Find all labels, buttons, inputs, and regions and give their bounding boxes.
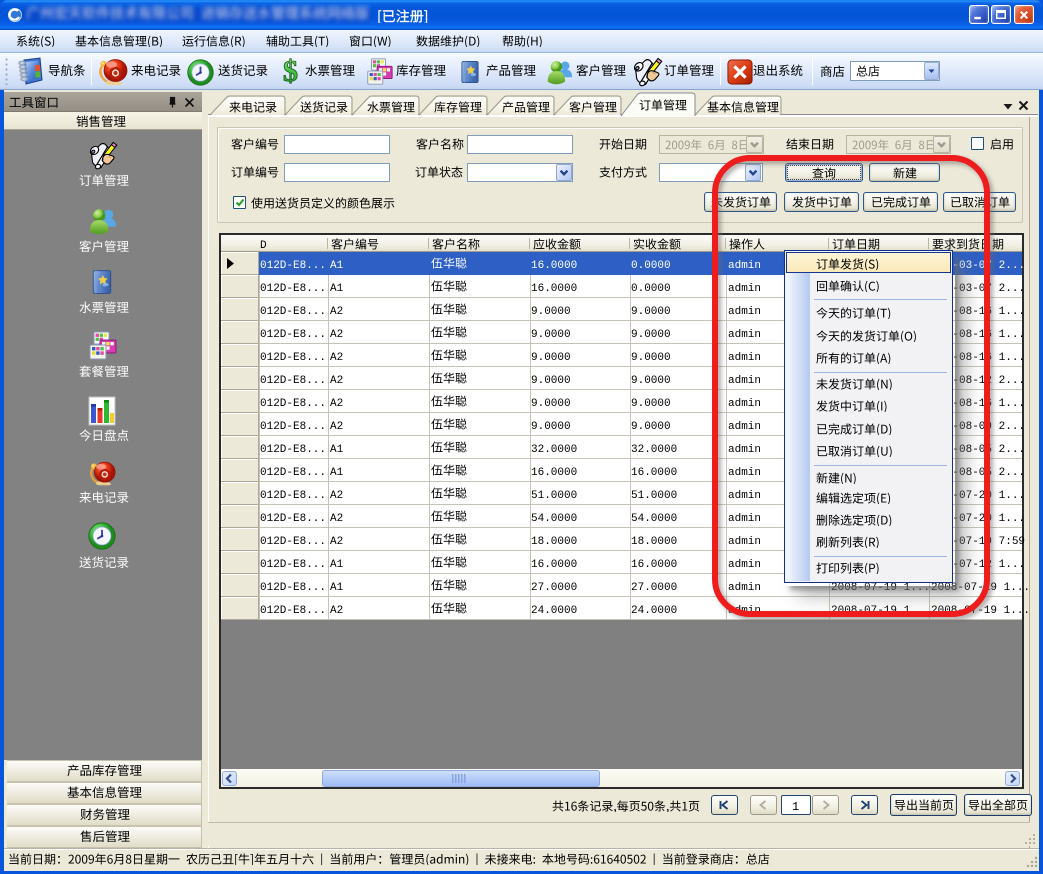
- svg-text:$: $: [283, 58, 298, 85]
